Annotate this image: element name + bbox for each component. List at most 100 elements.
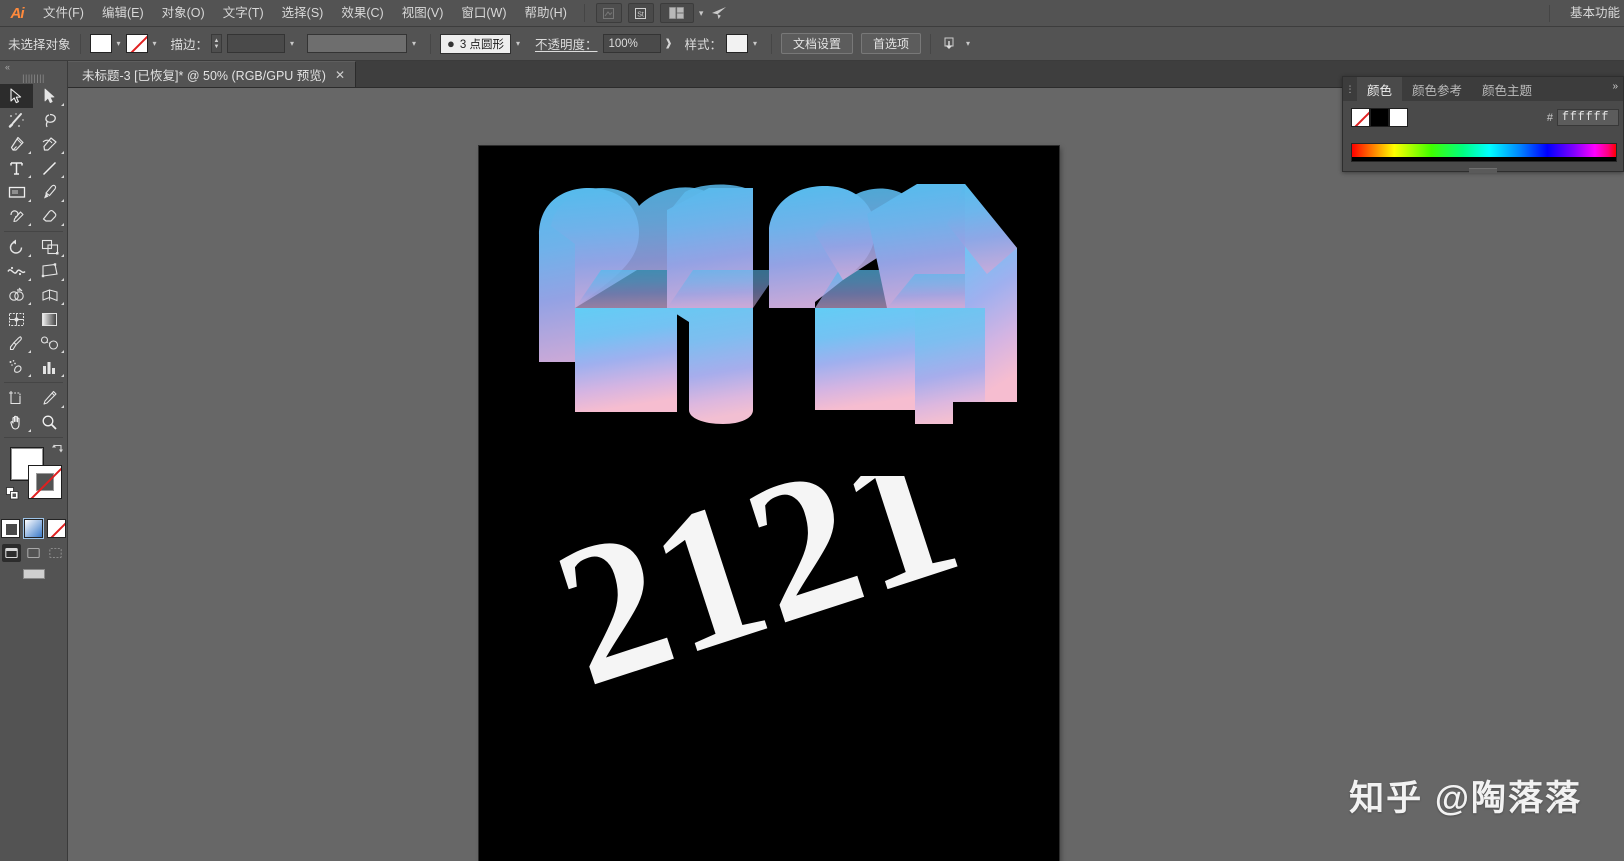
share-icon[interactable] [707,3,731,23]
color-spectrum-ramp[interactable] [1351,143,1617,162]
brush-profile-selector[interactable]: ● 3 点圆形 [440,33,511,54]
tool-flyout-corner-icon [28,199,31,202]
align-to-selection-icon[interactable] [940,34,961,54]
panel-grip-icon[interactable]: ⋮ [1343,77,1357,101]
control-divider-1 [79,33,81,54]
opacity-input[interactable]: 100% [602,34,661,53]
blend-tool[interactable] [33,331,66,355]
fill-stroke-proxy [0,443,68,517]
menu-type[interactable]: 文字(T) [214,0,273,27]
lasso-tool[interactable] [33,108,66,132]
panel-grip-icon[interactable]: |||||||| [0,72,67,84]
menu-bar: Ai 文件(F) 编辑(E) 对象(O) 文字(T) 选择(S) 效果(C) 视… [0,0,1624,27]
bridge-icon[interactable] [595,3,622,23]
preferences-button[interactable]: 首选项 [861,33,922,54]
hex-hash-label: # [1546,111,1553,124]
tab-color-guide[interactable]: 颜色参考 [1402,77,1473,101]
artboard-tool[interactable] [0,386,33,410]
close-icon[interactable]: ✕ [335,68,345,82]
document-setup-button[interactable]: 文档设置 [781,33,854,54]
hex-input[interactable]: ffffff [1557,109,1619,126]
workspace-switcher[interactable]: 基本功能 [1570,0,1624,27]
eyedropper-tool[interactable] [0,331,33,355]
symbol-sprayer-tool[interactable] [0,355,33,379]
stock-icon[interactable]: St [627,3,654,23]
artwork-3d-extruded-text[interactable] [517,162,1027,432]
curvature-tool[interactable] [33,132,66,156]
shape-builder-tool[interactable] [0,283,33,307]
opacity-label[interactable]: 不透明度： [535,34,598,53]
menu-object[interactable]: 对象(O) [153,0,214,27]
column-graph-tool[interactable] [33,355,66,379]
arrange-documents-icon[interactable] [659,3,694,23]
fill-chevron-down-icon[interactable]: ▾ [112,34,126,53]
gradient-tool[interactable] [33,307,66,331]
slice-tool[interactable] [33,386,66,410]
toolbar-bottom-grip[interactable] [22,569,45,579]
arrange-chevron-down-icon[interactable]: ▾ [699,8,704,19]
hand-tool[interactable] [0,410,33,434]
brush-profile-label: 3 点圆形 [459,38,504,51]
document-canvas[interactable]: 2121 知乎 @陶落落 [68,88,1624,861]
document-tab-title: 未标题-3 [已恢复]* @ 50% (RGB/GPU 预览) [82,69,326,83]
color-swatch-black[interactable] [1370,108,1389,127]
menu-help[interactable]: 帮助(H) [516,0,576,27]
shaper-tool[interactable] [0,204,33,228]
width-tool[interactable] [0,259,33,283]
stroke-weight-input[interactable] [227,34,286,53]
mesh-tool[interactable] [0,307,33,331]
direct-selection-tool[interactable] [33,84,66,108]
color-mode-solid[interactable] [1,519,20,538]
color-panel-foot-grip[interactable] [1469,168,1497,173]
menu-effect[interactable]: 效果(C) [332,0,392,27]
style-chevron-down-icon[interactable]: ▾ [748,34,762,53]
screen-mode-fullscreen-menu[interactable] [24,544,43,562]
graphic-style-swatch[interactable] [726,34,749,53]
pen-tool[interactable] [0,132,33,156]
type-tool[interactable] [0,156,33,180]
dash-chevron-down-icon[interactable]: ▾ [407,34,421,53]
menu-edit[interactable]: 编辑(E) [93,0,153,27]
stroke-color-indicator[interactable] [28,465,62,499]
rotate-tool[interactable] [0,235,33,259]
opacity-chevron-right-icon[interactable]: ❱ [661,34,677,53]
align-chevron-down-icon[interactable]: ▾ [961,34,975,53]
stroke-chevron-down-icon[interactable]: ▾ [148,34,162,53]
zoom-tool[interactable] [33,410,66,434]
screen-mode-normal[interactable] [2,544,21,562]
tab-color[interactable]: 颜色 [1357,77,1403,101]
menu-window[interactable]: 窗口(W) [452,0,515,27]
artboard[interactable]: 2121 [479,146,1059,861]
rectangle-tool[interactable] [0,180,33,204]
perspective-grid-tool[interactable] [33,283,66,307]
stroke-dash-preview[interactable] [307,34,408,53]
color-mode-gradient[interactable] [23,518,44,539]
menu-file[interactable]: 文件(F) [34,0,93,27]
document-tab[interactable]: 未标题-3 [已恢复]* @ 50% (RGB/GPU 预览) ✕ [68,61,357,87]
artwork-flat-text[interactable]: 2121 [521,476,1021,706]
scale-tool[interactable] [33,235,66,259]
paintbrush-tool[interactable] [33,180,66,204]
stroke-weight-stepper[interactable]: ▲ ▼ [211,34,223,53]
free-transform-tool[interactable] [33,259,66,283]
menu-select[interactable]: 选择(S) [273,0,333,27]
color-swatch-white[interactable] [1389,108,1408,127]
color-mode-none[interactable] [47,519,66,538]
panel-expand-arrows-icon[interactable]: » [1612,81,1618,92]
tool-flyout-corner-icon [28,151,31,154]
panel-collapse-icon[interactable]: « [0,61,67,72]
color-swatch-none[interactable] [1351,108,1370,127]
fill-color-swatch[interactable] [89,34,112,53]
line-segment-tool[interactable] [33,156,66,180]
swap-fill-stroke-icon[interactable] [51,444,64,460]
stroke-color-swatch[interactable] [125,34,148,53]
stroke-weight-chevron-down-icon[interactable]: ▾ [285,34,299,53]
eraser-tool[interactable] [33,204,66,228]
magic-wand-tool[interactable] [0,108,33,132]
brush-profile-chevron-down-icon[interactable]: ▾ [511,34,525,53]
menu-view[interactable]: 视图(V) [393,0,453,27]
default-fill-stroke-icon[interactable] [6,487,19,500]
screen-mode-fullscreen[interactable] [46,544,65,562]
tab-color-themes[interactable]: 颜色主题 [1472,77,1543,101]
selection-tool[interactable] [0,84,33,108]
